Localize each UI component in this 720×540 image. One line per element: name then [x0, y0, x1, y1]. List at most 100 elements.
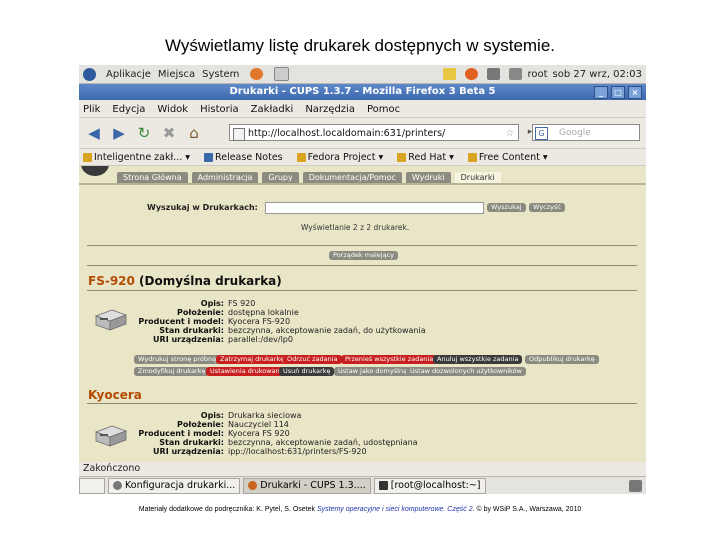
google-icon[interactable]: G — [535, 127, 548, 140]
printer-name[interactable]: FS-920 — [88, 274, 135, 288]
search-label: Wyszukaj w Drukarkach: — [147, 203, 258, 212]
printer-heading[interactable]: FS-920 (Domyślna drukarka) — [88, 274, 282, 288]
move-all-jobs-button[interactable]: Przenieś wszystkie zadania — [341, 355, 438, 364]
bookmark-fedora[interactable]: Fedora Project ▾ — [296, 152, 383, 163]
maximize-icon[interactable]: □ — [611, 86, 625, 99]
task-label: Konfiguracja drukarki... — [125, 480, 236, 491]
menu-view[interactable]: Widok — [157, 104, 188, 115]
printer-search-input[interactable] — [265, 202, 484, 214]
menu-tools[interactable]: Narzędzia — [305, 104, 355, 115]
detail-value: parallel:/dev/lp0 — [228, 335, 293, 344]
firefox-launcher-icon[interactable] — [250, 68, 264, 80]
search-button[interactable]: Wyszukaj — [487, 203, 526, 212]
show-desktop-button[interactable] — [79, 478, 105, 494]
allowed-users-button[interactable]: Ustaw dozwolonych użytkowników — [406, 367, 526, 376]
menu-bookmarks[interactable]: Zakładki — [251, 104, 294, 115]
cups-page: Strona Główna Administracja Grupy Dokume… — [79, 166, 646, 462]
fedora-icon[interactable] — [83, 67, 96, 81]
tab-divider — [79, 183, 646, 185]
firefox-icon — [248, 481, 258, 490]
printer-icon — [94, 309, 128, 331]
printer-count: Wyświetlanie 2 z 2 drukarek. — [301, 223, 410, 232]
detail-key: Opis: — [200, 299, 224, 308]
divider — [87, 403, 637, 404]
detail-row: Położenie: dostępna lokalnie — [134, 308, 426, 317]
task-terminal[interactable]: [root@localhost:~] — [373, 478, 486, 494]
bookmark-smart[interactable]: Inteligentne zakł... ▾ — [83, 152, 190, 163]
default-label: (Domyślna drukarka) — [134, 274, 282, 288]
detail-row: Producent i model: Kyocera FS-920 — [134, 317, 426, 326]
set-default-button[interactable]: Ustaw jako domyślną — [334, 367, 411, 376]
bookmarks-toolbar: Inteligentne zakł... ▾ Release Notes Fed… — [79, 149, 646, 166]
detail-row: Opis: Drukarka sieciowa — [134, 411, 418, 420]
divider — [87, 245, 637, 246]
task-label: [root@localhost:~] — [390, 480, 481, 491]
home-icon[interactable]: ⌂ — [184, 123, 204, 143]
url-input[interactable]: http://localhost.localdomain:631/printer… — [229, 124, 519, 141]
navigation-toolbar: ◀ ▶ ↻ ✖ ⌂ http://localhost.localdomain:6… — [79, 118, 646, 149]
window-titlebar[interactable]: Drukarki - CUPS 1.3.7 - Mozilla Firefox … — [79, 84, 646, 100]
detail-key: URI urządzenia: — [153, 335, 224, 344]
footer-book-title: Systemy operacyjne i sieci komputerowe. … — [316, 506, 473, 513]
reject-jobs-button[interactable]: Odrzuć zadania — [283, 355, 342, 364]
network-icon[interactable] — [487, 68, 501, 80]
detail-row: URI urządzenia: parallel:/dev/lp0 — [134, 335, 426, 344]
back-icon[interactable]: ◀ — [84, 123, 104, 143]
detail-row: Opis: FS 920 — [134, 299, 426, 308]
cups-logo — [81, 166, 109, 176]
globe-icon — [204, 152, 214, 162]
stop-printer-button[interactable]: Zatrzymaj drukarkę — [216, 355, 289, 364]
detail-value: ipp://localhost:631/printers/FS-920 — [228, 447, 367, 456]
bookmark-redhat[interactable]: Red Hat ▾ — [397, 152, 454, 163]
menu-applications[interactable]: Aplikacje — [106, 69, 151, 80]
detail-row: Stan drukarki: bezczynna, akceptowanie za… — [134, 326, 425, 335]
menu-edit[interactable]: Edycja — [112, 104, 145, 115]
unpublish-printer-button[interactable]: Odpublikuj drukarkę — [525, 355, 599, 364]
reload-icon[interactable]: ↻ — [134, 123, 154, 143]
forward-icon[interactable]: ▶ — [109, 123, 129, 143]
mail-launcher-icon[interactable] — [274, 67, 290, 81]
clear-button[interactable]: Wyczyść — [529, 203, 565, 212]
task-firefox[interactable]: Drukarki - CUPS 1.3.... — [243, 478, 371, 494]
detail-value: Nauczyciel 114 — [228, 420, 289, 429]
trash-icon[interactable] — [629, 480, 642, 492]
minimize-icon[interactable]: _ — [594, 86, 608, 99]
printer-name[interactable]: Kyocera — [88, 388, 142, 402]
bookmark-release-notes[interactable]: Release Notes — [204, 152, 283, 163]
detail-key: Położenie: — [177, 420, 224, 429]
star-icon[interactable]: ☆ — [505, 125, 514, 142]
close-icon[interactable]: × — [628, 86, 642, 99]
folder-icon — [397, 152, 407, 162]
printer-config-icon — [113, 481, 122, 490]
search-input[interactable]: G Google — [532, 124, 640, 141]
detail-row: Stan drukarki: bezczynna, akceptowanie za… — [134, 438, 417, 447]
cancel-all-jobs-button[interactable]: Anuluj wszystkie zadania — [433, 355, 523, 364]
delete-printer-button[interactable]: Usuń drukarkę — [279, 367, 335, 376]
stop-icon[interactable]: ✖ — [159, 123, 179, 143]
user-name[interactable]: root — [527, 69, 547, 80]
detail-value: Kyocera FS-920 — [228, 317, 291, 326]
detail-value: dostępna lokalnie — [228, 308, 299, 317]
detail-row: Położenie: Nauczyciel 114 — [134, 420, 418, 429]
print-test-page-button[interactable]: Wydrukuj stronę próbną — [134, 355, 221, 364]
print-settings-button[interactable]: Ustawienia drukowania — [206, 367, 290, 376]
page-icon — [233, 128, 245, 141]
menu-places[interactable]: Miejsca — [158, 69, 195, 80]
folder-icon — [83, 152, 92, 162]
sort-button[interactable]: Porządek malejący — [329, 251, 399, 260]
detail-value: Kyocera FS 920 — [228, 429, 290, 438]
menu-system[interactable]: System — [202, 69, 239, 80]
bookmark-free-content[interactable]: Free Content ▾ — [467, 152, 548, 163]
menu-help[interactable]: Pomoc — [367, 104, 400, 115]
printer-heading[interactable]: Kyocera — [88, 388, 142, 402]
modify-printer-button[interactable]: Zmodyfikuj drukarkę — [134, 367, 210, 376]
settings-applet-icon[interactable] — [465, 68, 479, 80]
volume-icon[interactable] — [509, 68, 523, 80]
menu-history[interactable]: Historia — [200, 104, 239, 115]
clock[interactable]: sob 27 wrz, 02:03 — [553, 69, 642, 80]
search-placeholder: Google — [559, 128, 591, 138]
task-printer-config[interactable]: Konfiguracja drukarki... — [108, 478, 241, 494]
footer-publisher: . © by WSiP S.A., Warszawa, 2010 — [472, 506, 582, 513]
notes-icon[interactable] — [443, 68, 457, 80]
menu-file[interactable]: Plik — [83, 104, 100, 115]
